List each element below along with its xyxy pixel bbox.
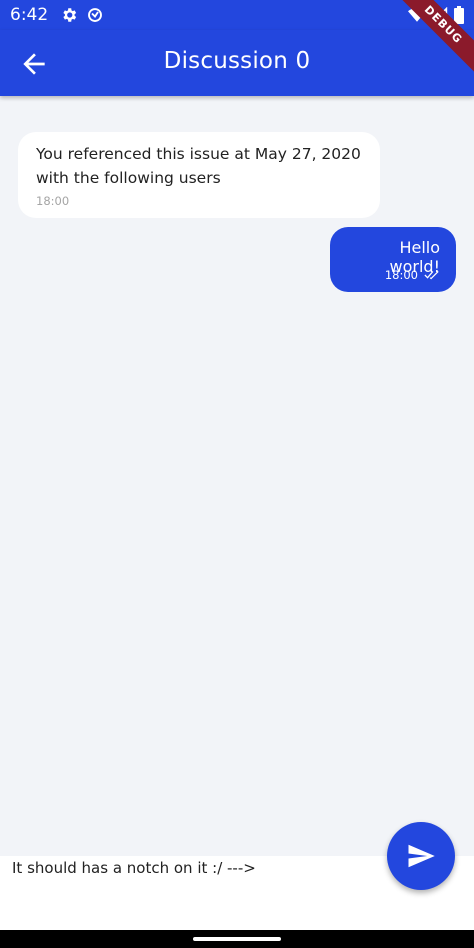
message-time: 18:00: [384, 268, 418, 282]
app-bar: Discussion 0: [0, 30, 474, 96]
message-input[interactable]: It should has a notch on it :/ --->: [12, 859, 256, 877]
page-title: Discussion 0: [163, 48, 311, 74]
outgoing-message[interactable]: Hello world! 18:00: [330, 227, 456, 292]
sync-icon: [88, 8, 103, 22]
status-time: 6:42: [10, 5, 49, 25]
message-time: 18:00: [36, 194, 70, 208]
incoming-message[interactable]: You referenced this issue at May 27, 202…: [18, 132, 380, 218]
send-icon: [408, 844, 435, 868]
system-nav-bar: [0, 930, 474, 948]
message-list[interactable]: You referenced this issue at May 27, 202…: [0, 96, 474, 856]
home-handle[interactable]: [193, 937, 281, 941]
send-button[interactable]: [387, 822, 455, 890]
double-check-icon: [424, 271, 439, 280]
status-bar: 6:42: [0, 0, 474, 30]
gear-icon: [63, 8, 77, 22]
message-text: You referenced this issue at May 27, 202…: [36, 145, 361, 187]
message-meta: 18:00: [385, 268, 440, 282]
